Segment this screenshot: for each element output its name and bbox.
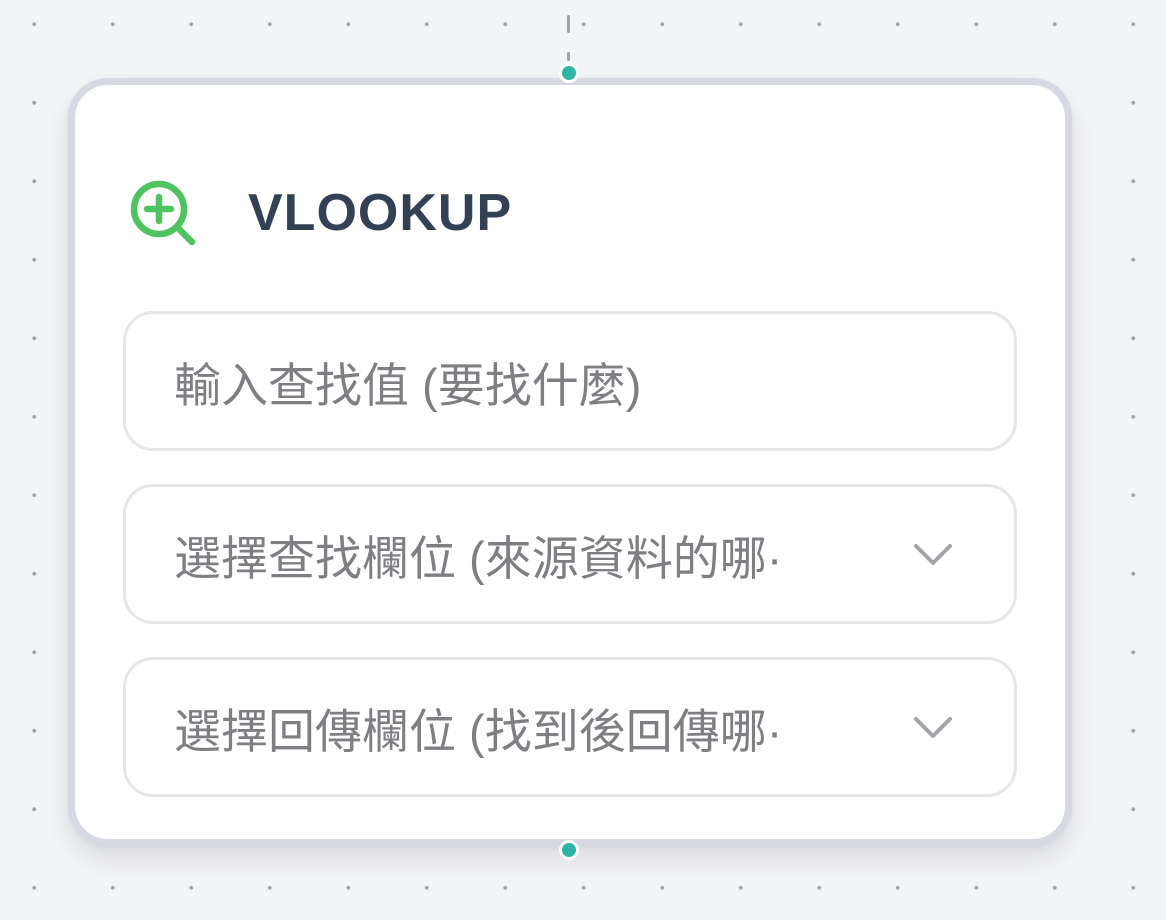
output-connection-handle[interactable]: [559, 840, 579, 860]
node-header: VLOOKUP: [128, 173, 512, 253]
lookup-value-input[interactable]: 輸入查找值 (要找什麼): [123, 311, 1017, 451]
lookup-value-placeholder: 輸入查找值 (要找什麼): [174, 358, 642, 412]
return-column-selected-value: 選擇回傳欄位 (找到後回傳哪·: [174, 704, 783, 758]
input-connection-handle[interactable]: [559, 63, 579, 83]
return-column-select[interactable]: 選擇回傳欄位 (找到後回傳哪·: [123, 657, 1017, 797]
chevron-down-icon: [912, 706, 954, 748]
chevron-down-icon: [912, 533, 954, 575]
lookup-column-select[interactable]: 選擇查找欄位 (來源資料的哪·: [123, 484, 1017, 624]
incoming-edge-line: [567, 52, 570, 61]
incoming-edge-line: [567, 15, 570, 33]
lookup-column-selected-value: 選擇查找欄位 (來源資料的哪·: [174, 531, 783, 585]
zoom-in-icon: [128, 177, 200, 249]
node-title: VLOOKUP: [248, 184, 513, 242]
vlookup-node[interactable]: VLOOKUP 輸入查找值 (要找什麼) 選擇查找欄位 (來源資料的哪· 選擇回…: [68, 78, 1072, 846]
